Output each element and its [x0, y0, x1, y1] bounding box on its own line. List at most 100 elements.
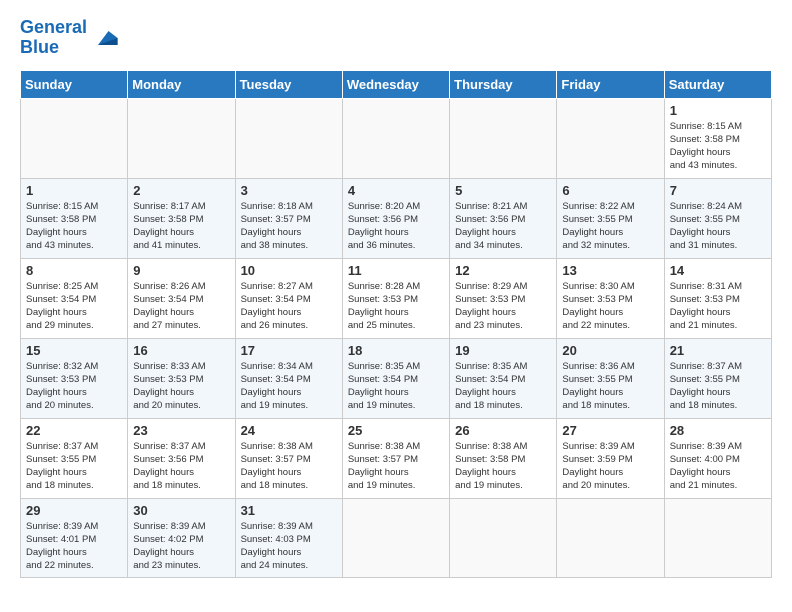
day-number: 6: [562, 183, 658, 198]
calendar-cell: 6 Sunrise: 8:22 AM Sunset: 3:55 PM Dayli…: [557, 178, 664, 258]
week-row-1: 1 Sunrise: 8:15 AM Sunset: 3:58 PM Dayli…: [21, 98, 772, 178]
weekday-header-wednesday: Wednesday: [342, 70, 449, 98]
page: General Blue SundayMondayTuesdayWednesda…: [0, 0, 792, 588]
day-number: 24: [241, 423, 337, 438]
day-number: 29: [26, 503, 122, 518]
weekday-header-tuesday: Tuesday: [235, 70, 342, 98]
calendar-table: SundayMondayTuesdayWednesdayThursdayFrid…: [20, 70, 772, 578]
day-info: Sunrise: 8:26 AM Sunset: 3:54 PM Dayligh…: [133, 280, 229, 333]
weekday-header-friday: Friday: [557, 70, 664, 98]
calendar-cell: 7 Sunrise: 8:24 AM Sunset: 3:55 PM Dayli…: [664, 178, 771, 258]
day-number: 1: [670, 103, 766, 118]
day-info: Sunrise: 8:35 AM Sunset: 3:54 PM Dayligh…: [455, 360, 551, 413]
day-number: 3: [241, 183, 337, 198]
day-info: Sunrise: 8:39 AM Sunset: 4:00 PM Dayligh…: [670, 440, 766, 493]
calendar-cell: 31 Sunrise: 8:39 AM Sunset: 4:03 PM Dayl…: [235, 498, 342, 577]
calendar-cell: 25 Sunrise: 8:38 AM Sunset: 3:57 PM Dayl…: [342, 418, 449, 498]
calendar-cell: [342, 98, 449, 178]
calendar-cell: 2 Sunrise: 8:17 AM Sunset: 3:58 PM Dayli…: [128, 178, 235, 258]
calendar-cell: 16 Sunrise: 8:33 AM Sunset: 3:53 PM Dayl…: [128, 338, 235, 418]
day-info: Sunrise: 8:21 AM Sunset: 3:56 PM Dayligh…: [455, 200, 551, 253]
calendar-cell: 29 Sunrise: 8:39 AM Sunset: 4:01 PM Dayl…: [21, 498, 128, 577]
day-number: 28: [670, 423, 766, 438]
day-number: 16: [133, 343, 229, 358]
day-number: 20: [562, 343, 658, 358]
day-info: Sunrise: 8:22 AM Sunset: 3:55 PM Dayligh…: [562, 200, 658, 253]
day-number: 21: [670, 343, 766, 358]
day-info: Sunrise: 8:37 AM Sunset: 3:56 PM Dayligh…: [133, 440, 229, 493]
calendar-cell: 20 Sunrise: 8:36 AM Sunset: 3:55 PM Dayl…: [557, 338, 664, 418]
week-row-6: 29 Sunrise: 8:39 AM Sunset: 4:01 PM Dayl…: [21, 498, 772, 577]
calendar-cell: [342, 498, 449, 577]
week-row-5: 22 Sunrise: 8:37 AM Sunset: 3:55 PM Dayl…: [21, 418, 772, 498]
day-number: 10: [241, 263, 337, 278]
day-number: 19: [455, 343, 551, 358]
calendar-cell: 5 Sunrise: 8:21 AM Sunset: 3:56 PM Dayli…: [450, 178, 557, 258]
day-info: Sunrise: 8:20 AM Sunset: 3:56 PM Dayligh…: [348, 200, 444, 253]
calendar-cell: 30 Sunrise: 8:39 AM Sunset: 4:02 PM Dayl…: [128, 498, 235, 577]
week-row-4: 15 Sunrise: 8:32 AM Sunset: 3:53 PM Dayl…: [21, 338, 772, 418]
day-info: Sunrise: 8:39 AM Sunset: 3:59 PM Dayligh…: [562, 440, 658, 493]
calendar-cell: 9 Sunrise: 8:26 AM Sunset: 3:54 PM Dayli…: [128, 258, 235, 338]
calendar-cell: [450, 98, 557, 178]
weekday-header-thursday: Thursday: [450, 70, 557, 98]
day-number: 1: [26, 183, 122, 198]
calendar-cell: 14 Sunrise: 8:31 AM Sunset: 3:53 PM Dayl…: [664, 258, 771, 338]
calendar-cell: 21 Sunrise: 8:37 AM Sunset: 3:55 PM Dayl…: [664, 338, 771, 418]
day-number: 15: [26, 343, 122, 358]
day-info: Sunrise: 8:38 AM Sunset: 3:57 PM Dayligh…: [241, 440, 337, 493]
calendar-cell: 11 Sunrise: 8:28 AM Sunset: 3:53 PM Dayl…: [342, 258, 449, 338]
calendar-cell: 19 Sunrise: 8:35 AM Sunset: 3:54 PM Dayl…: [450, 338, 557, 418]
logo: General Blue: [20, 18, 119, 58]
day-number: 4: [348, 183, 444, 198]
day-number: 23: [133, 423, 229, 438]
day-number: 8: [26, 263, 122, 278]
day-info: Sunrise: 8:28 AM Sunset: 3:53 PM Dayligh…: [348, 280, 444, 333]
day-info: Sunrise: 8:39 AM Sunset: 4:02 PM Dayligh…: [133, 520, 229, 573]
day-info: Sunrise: 8:38 AM Sunset: 3:58 PM Dayligh…: [455, 440, 551, 493]
calendar-cell: 17 Sunrise: 8:34 AM Sunset: 3:54 PM Dayl…: [235, 338, 342, 418]
day-info: Sunrise: 8:18 AM Sunset: 3:57 PM Dayligh…: [241, 200, 337, 253]
logo-subtext: Blue: [20, 38, 87, 58]
calendar-cell: [557, 498, 664, 577]
logo-icon: [91, 24, 119, 52]
day-info: Sunrise: 8:33 AM Sunset: 3:53 PM Dayligh…: [133, 360, 229, 413]
day-info: Sunrise: 8:32 AM Sunset: 3:53 PM Dayligh…: [26, 360, 122, 413]
day-info: Sunrise: 8:27 AM Sunset: 3:54 PM Dayligh…: [241, 280, 337, 333]
calendar-cell: [235, 98, 342, 178]
calendar-cell: [128, 98, 235, 178]
day-info: Sunrise: 8:37 AM Sunset: 3:55 PM Dayligh…: [26, 440, 122, 493]
day-number: 7: [670, 183, 766, 198]
calendar-cell: 28 Sunrise: 8:39 AM Sunset: 4:00 PM Dayl…: [664, 418, 771, 498]
day-info: Sunrise: 8:17 AM Sunset: 3:58 PM Dayligh…: [133, 200, 229, 253]
calendar-cell: [557, 98, 664, 178]
day-number: 31: [241, 503, 337, 518]
calendar-cell: 1 Sunrise: 8:15 AM Sunset: 3:58 PM Dayli…: [21, 178, 128, 258]
day-info: Sunrise: 8:38 AM Sunset: 3:57 PM Dayligh…: [348, 440, 444, 493]
day-number: 9: [133, 263, 229, 278]
day-info: Sunrise: 8:25 AM Sunset: 3:54 PM Dayligh…: [26, 280, 122, 333]
calendar-cell: [450, 498, 557, 577]
day-number: 17: [241, 343, 337, 358]
day-info: Sunrise: 8:34 AM Sunset: 3:54 PM Dayligh…: [241, 360, 337, 413]
weekday-header-saturday: Saturday: [664, 70, 771, 98]
calendar-cell: 10 Sunrise: 8:27 AM Sunset: 3:54 PM Dayl…: [235, 258, 342, 338]
day-number: 27: [562, 423, 658, 438]
calendar-cell: 27 Sunrise: 8:39 AM Sunset: 3:59 PM Dayl…: [557, 418, 664, 498]
calendar-cell: 26 Sunrise: 8:38 AM Sunset: 3:58 PM Dayl…: [450, 418, 557, 498]
weekday-header-monday: Monday: [128, 70, 235, 98]
calendar-cell: 8 Sunrise: 8:25 AM Sunset: 3:54 PM Dayli…: [21, 258, 128, 338]
calendar-cell: 24 Sunrise: 8:38 AM Sunset: 3:57 PM Dayl…: [235, 418, 342, 498]
day-info: Sunrise: 8:36 AM Sunset: 3:55 PM Dayligh…: [562, 360, 658, 413]
day-number: 26: [455, 423, 551, 438]
calendar-cell: 23 Sunrise: 8:37 AM Sunset: 3:56 PM Dayl…: [128, 418, 235, 498]
calendar-cell: [664, 498, 771, 577]
week-row-2: 1 Sunrise: 8:15 AM Sunset: 3:58 PM Dayli…: [21, 178, 772, 258]
calendar-cell: 1 Sunrise: 8:15 AM Sunset: 3:58 PM Dayli…: [664, 98, 771, 178]
day-info: Sunrise: 8:30 AM Sunset: 3:53 PM Dayligh…: [562, 280, 658, 333]
day-info: Sunrise: 8:15 AM Sunset: 3:58 PM Dayligh…: [670, 120, 766, 173]
day-info: Sunrise: 8:29 AM Sunset: 3:53 PM Dayligh…: [455, 280, 551, 333]
weekday-header-sunday: Sunday: [21, 70, 128, 98]
day-number: 18: [348, 343, 444, 358]
day-number: 14: [670, 263, 766, 278]
